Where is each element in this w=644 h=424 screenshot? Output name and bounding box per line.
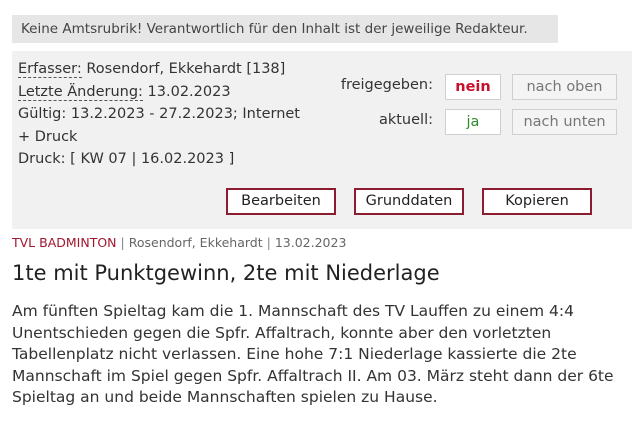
- last-changed-value: 13.02.2023: [142, 83, 231, 100]
- released-label: freigegeben:: [340, 77, 433, 93]
- print-value: [ KW 07 | 16.02.2023 ]: [65, 151, 235, 167]
- category-link[interactable]: TVL Badminton: [12, 235, 117, 250]
- author-value: Rosendorf, Ekkehardt [138]: [81, 61, 286, 77]
- current-label: aktuell:: [378, 112, 433, 128]
- byline-separator: |: [120, 235, 125, 250]
- article-body: Am fünften Spieltag kam die 1. Mannschaf…: [12, 302, 614, 406]
- author-label: Erfasser:: [18, 61, 82, 78]
- print-row: Druck: [ KW 07 | 16.02.2023 ]: [18, 148, 316, 171]
- valid-row: Gültig: 13.2.2023 - 27.2.2023; Internet …: [18, 103, 316, 148]
- byline-author: Rosendorf, Ekkehardt: [128, 235, 263, 250]
- byline-separator: |: [266, 235, 271, 250]
- valid-label: Gültig:: [18, 106, 67, 122]
- move-down-button[interactable]: nach unten: [512, 109, 617, 135]
- basedata-button[interactable]: Grunddaten: [354, 188, 464, 215]
- current-toggle[interactable]: ja: [445, 109, 501, 135]
- last-changed-row: Letzte Änderung: 13.02.2023: [18, 81, 316, 104]
- article-meta: Erfasser: Rosendorf, Ekkehardt [138] Let…: [18, 58, 316, 171]
- edit-button[interactable]: Bearbeiten: [226, 188, 336, 215]
- disclaimer-notice: Keine Amtsrubrik! Verantwortlich für den…: [12, 15, 558, 43]
- released-toggle[interactable]: nein: [445, 74, 501, 100]
- author-row: Erfasser: Rosendorf, Ekkehardt [138]: [18, 58, 316, 81]
- move-up-button[interactable]: nach oben: [512, 74, 617, 100]
- print-label: Druck:: [18, 151, 66, 167]
- copy-button[interactable]: Kopieren: [482, 188, 592, 215]
- article-title: 1te mit Punktgewinn, 2te mit Niederlage: [12, 261, 440, 285]
- admin-panel: Erfasser: Rosendorf, Ekkehardt [138] Let…: [12, 51, 632, 229]
- article-byline: TVL Badminton | Rosendorf, Ekkehardt | 1…: [12, 235, 346, 250]
- last-changed-label: Letzte Änderung:: [18, 83, 143, 101]
- byline-date: 13.02.2023: [274, 235, 347, 250]
